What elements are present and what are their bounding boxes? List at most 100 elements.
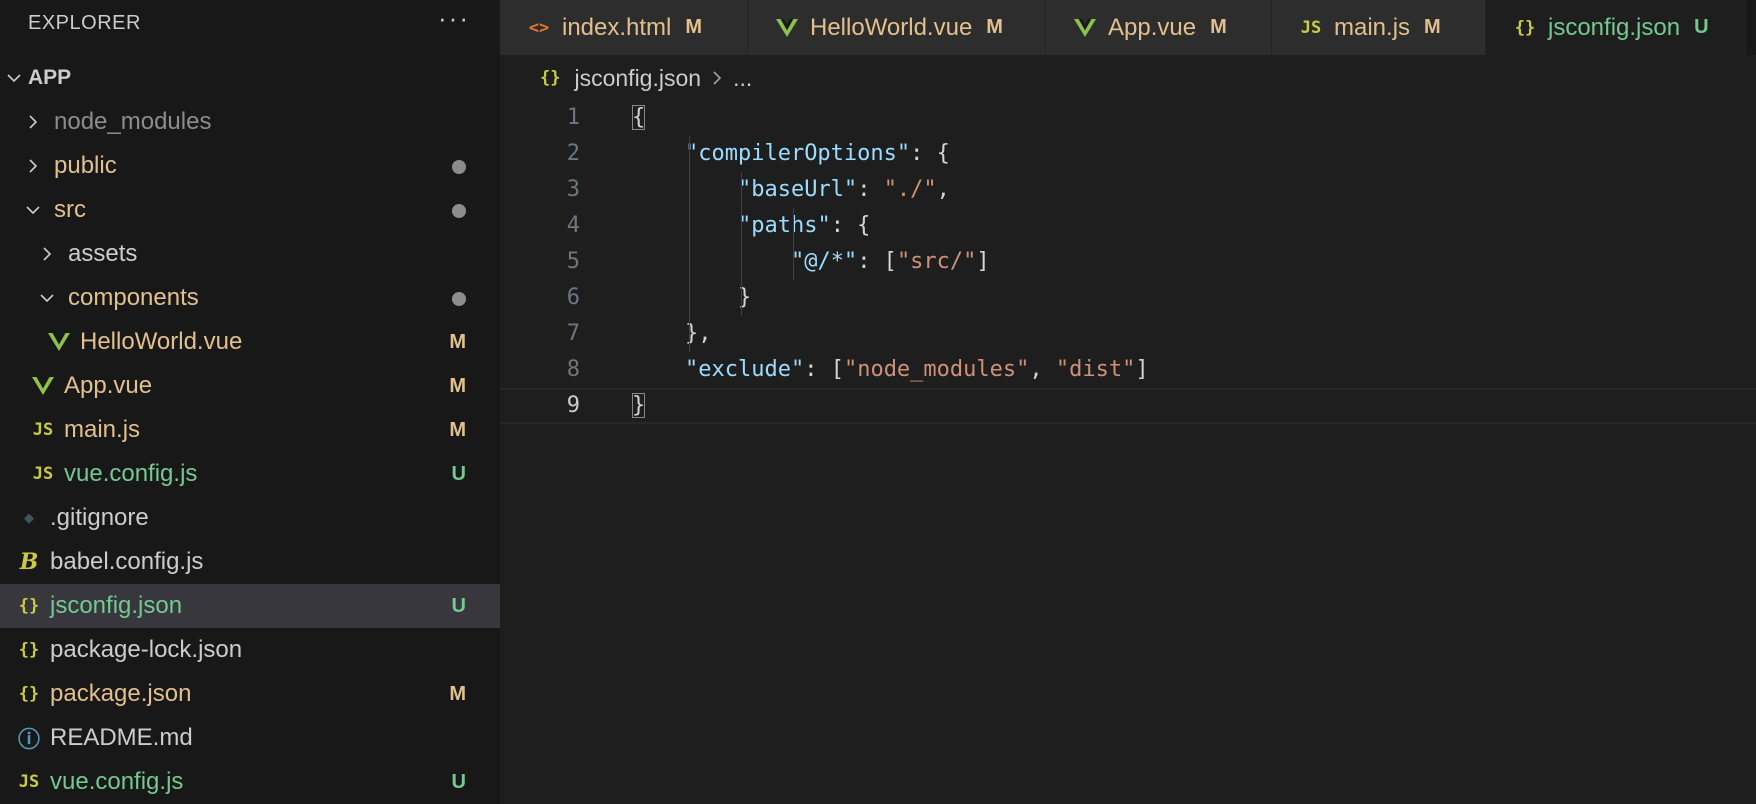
json-punctuation: : [857,177,884,202]
tree-item-label: node_modules [54,108,212,135]
git-status-badge: U [451,462,466,485]
chevron-right-icon [22,155,44,177]
chevron-down-icon [36,287,58,309]
json-string: "./" [883,177,937,202]
tree-item-label: jsconfig.json [50,592,183,619]
line-number: 2 [566,141,580,166]
tree-item-assets[interactable]: assets [0,232,500,276]
code-line: 1{ [500,100,1756,136]
tree-item-main-js[interactable]: JS main.js M [0,408,500,452]
tab-label: index.html [562,13,672,41]
vue-icon [1072,18,1098,38]
code-text: "exclude": ["node_modules", "dist"] [632,352,1149,388]
json-punctuation [632,213,738,238]
json-punctuation: : [ [857,249,897,274]
vue-icon [32,374,54,398]
tree-item-label: HelloWorld.vue [80,328,243,355]
code-text: "compilerOptions": { [632,136,950,172]
code-line: 8 "exclude": ["node_modules", "dist"] [500,352,1756,388]
code-editor[interactable]: 1{2 "compilerOptions": {3 "baseUrl": "./… [500,100,1756,424]
json-string: "src/" [896,249,977,274]
line-number: 7 [566,321,580,346]
breadcrumb: {} jsconfig.json ... [500,55,1756,101]
git-status-badge: U [1694,16,1709,38]
modified-dot-icon [452,160,466,174]
tree-item-app-vue[interactable]: App.vue M [0,364,500,408]
json-key: "paths" [737,213,831,238]
tree-item-src[interactable]: src [0,188,500,232]
line-number: 8 [566,357,580,382]
json-punctuation: : { [910,141,950,166]
explorer-header: EXPLORER ··· [0,0,500,46]
code-text: "@/*": ["src/"] [632,244,990,280]
git-status-badge: M [986,16,1003,38]
line-number: 9 [566,393,580,418]
tree-item-public[interactable]: public [0,144,500,188]
tab-label: App.vue [1108,13,1197,41]
modified-dot-icon [452,292,466,306]
json-string: "node_modules" [843,357,1030,382]
json-key: "@/*" [790,249,858,274]
git-status-badge: M [449,418,466,441]
html-icon: <> [528,17,550,38]
tab-label: jsconfig.json [1548,13,1681,41]
tree-item-label: package.json [50,680,192,707]
json-punctuation: } [632,285,752,310]
tree-item-babel-config-js[interactable]: Bbabel.config.js [0,540,500,584]
modified-dot-icon [452,204,466,218]
tree-item-label: package-lock.json [50,636,243,663]
tree-item-components[interactable]: components [0,276,500,320]
json-punctuation: ] [1135,357,1149,382]
tree-item-label: src [54,196,86,223]
tree-item-readme-md[interactable]: ⓘ README.md [0,716,500,760]
workspace-section-header[interactable]: APP [0,56,500,100]
breadcrumb-file[interactable]: jsconfig.json [574,65,701,92]
tab-main-js[interactable]: JS main.js M [1272,0,1486,55]
indent-guide [741,172,742,316]
tree-item-package-json[interactable]: {} package.json M [0,672,500,716]
code-text: } [632,390,646,422]
vue-icon [774,18,800,38]
more-actions-button[interactable]: ··· [438,5,470,31]
json-key: "baseUrl" [737,177,858,202]
editor-area: <> index.html M HelloWorld.vue M App.vue M JS ma… [500,0,1756,804]
json-punctuation [632,141,685,166]
js-icon: JS [32,464,54,484]
git-status-badge: U [451,594,466,617]
explorer-sidebar: EXPLORER ··· APP node_modulespublic src as… [0,0,500,804]
breadcrumb-more[interactable]: ... [733,65,752,92]
tree-item-label: public [54,152,117,179]
code-text: "baseUrl": "./", [632,172,950,208]
tree-item-label: babel.config.js [50,548,204,575]
tree-item-label: components [68,284,199,311]
chevron-down-icon [2,70,26,86]
tab-index-html[interactable]: <> index.html M [500,0,748,55]
tree-item-gitignore[interactable]: ◆ .gitignore [0,496,500,540]
json-punctuation: } [632,393,646,418]
tree-item-node-modules[interactable]: node_modules [0,100,500,144]
json-punctuation: : { [830,213,871,238]
line-number: 5 [566,249,580,274]
chevron-right-icon [36,243,58,265]
json-punctuation: , [1029,357,1056,382]
tree-item-label: main.js [64,416,141,443]
tab-jsconfig-json[interactable]: {} jsconfig.json U [1486,0,1746,55]
json-icon: {} [18,640,40,660]
git-status-badge: M [449,682,466,705]
js-icon: JS [32,420,54,440]
tree-item-jsconfig-json[interactable]: {} jsconfig.json U [0,584,500,628]
tree-item-label: App.vue [64,372,153,399]
json-punctuation: , [936,177,950,202]
tree-item-label: .gitignore [50,504,149,531]
tab-app-vue[interactable]: App.vue M [1046,0,1272,55]
tree-item-vue-config-js[interactable]: JS vue.config.js U [0,452,500,496]
json-punctuation: { [632,105,646,130]
tab-helloworld-vue[interactable]: HelloWorld.vue M [748,0,1046,55]
tree-item-vue-config-js[interactable]: JS vue.config.js U [0,760,500,804]
json-icon: {} [18,684,40,704]
git-status-badge: U [451,770,466,793]
tree-item-helloworld-vue[interactable]: HelloWorld.vue M [0,320,500,364]
vue-icon [48,330,70,354]
tree-item-package-lock-json[interactable]: {} package-lock.json [0,628,500,672]
json-punctuation: ] [976,249,990,274]
